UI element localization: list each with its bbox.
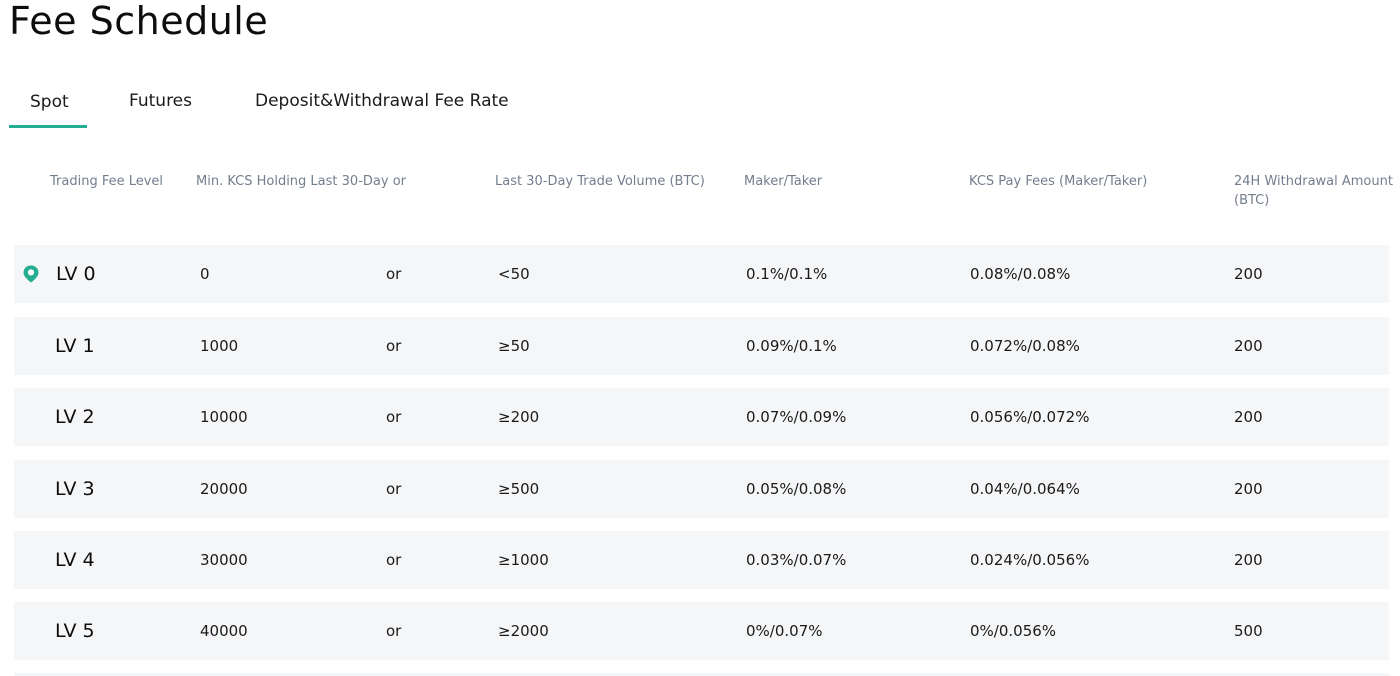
cell-trade-volume: ≥500 xyxy=(498,480,540,498)
header-or: or xyxy=(392,174,407,189)
cell-level: LV 1 xyxy=(55,335,95,357)
cell-withdrawal-amount: 200 xyxy=(1234,480,1263,498)
table-row-lv4: LV 4 30000 or ≥1000 0.03%/0.07% 0.024%/0… xyxy=(14,531,1389,589)
cell-kcs-pay-fees: 0%/0.056% xyxy=(970,622,1057,640)
cell-or: or xyxy=(386,408,402,426)
cell-kcs-pay-fees: 0.056%/0.072% xyxy=(970,408,1090,426)
page-title: Fee Schedule xyxy=(9,0,269,43)
cell-withdrawal-amount: 200 xyxy=(1234,265,1263,283)
cell-withdrawal-amount: 200 xyxy=(1234,337,1263,355)
tab-spot[interactable]: Spot xyxy=(9,88,87,128)
tab-deposit-withdrawal-label: Deposit&Withdrawal Fee Rate xyxy=(255,91,509,111)
table-row-lv3: LV 3 20000 or ≥500 0.05%/0.08% 0.04%/0.0… xyxy=(14,460,1389,518)
header-kcs-holding-label: Min. KCS Holding Last 30-Day xyxy=(196,174,389,189)
cell-kcs-holding: 20000 xyxy=(200,480,248,498)
cell-kcs-holding: 10000 xyxy=(200,408,248,426)
header-kcs-holding: Min. KCS Holding Last 30-Day or xyxy=(196,172,406,191)
cell-level: LV 5 xyxy=(55,620,95,642)
cell-kcs-pay-fees: 0.072%/0.08% xyxy=(970,337,1080,355)
header-withdrawal-line2: (BTC) xyxy=(1234,193,1270,208)
tab-deposit-withdrawal[interactable]: Deposit&Withdrawal Fee Rate xyxy=(255,88,509,128)
table-row-lv5: LV 5 40000 or ≥2000 0%/0.07% 0%/0.056% 5… xyxy=(14,602,1389,660)
location-pin-icon xyxy=(23,265,39,283)
cell-or: or xyxy=(386,265,402,283)
cell-trade-volume: ≥200 xyxy=(498,408,540,426)
table-row-lv0: LV 0 0 or <50 0.1%/0.1% 0.08%/0.08% 200 xyxy=(14,245,1389,303)
cell-trade-volume: <50 xyxy=(498,265,530,283)
cell-trade-volume: ≥2000 xyxy=(498,622,549,640)
cell-kcs-holding: 0 xyxy=(200,265,210,283)
header-withdrawal-line1: 24H Withdrawal Amount xyxy=(1234,174,1393,189)
header-kcs-pay-fees: KCS Pay Fees (Maker/Taker) xyxy=(969,174,1148,189)
tab-futures-label: Futures xyxy=(129,91,192,111)
header-withdrawal-amount: 24H Withdrawal Amount (BTC) xyxy=(1234,172,1394,210)
cell-maker-taker: 0.09%/0.1% xyxy=(746,337,837,355)
cell-level: LV 2 xyxy=(55,406,95,428)
cell-kcs-pay-fees: 0.08%/0.08% xyxy=(970,265,1071,283)
cell-level: LV 4 xyxy=(55,549,95,571)
cell-level: LV 0 xyxy=(56,263,96,285)
cell-withdrawal-amount: 200 xyxy=(1234,551,1263,569)
cell-level: LV 3 xyxy=(55,478,95,500)
header-maker-taker: Maker/Taker xyxy=(744,174,823,189)
cell-maker-taker: 0.03%/0.07% xyxy=(746,551,847,569)
cell-withdrawal-amount: 500 xyxy=(1234,622,1263,640)
cell-or: or xyxy=(386,551,402,569)
cell-kcs-holding: 1000 xyxy=(200,337,239,355)
cell-kcs-pay-fees: 0.024%/0.056% xyxy=(970,551,1090,569)
cell-maker-taker: 0.07%/0.09% xyxy=(746,408,847,426)
fee-schedule-page: Fee Schedule Spot Futures Deposit&Withdr… xyxy=(0,0,1400,676)
cell-kcs-holding: 40000 xyxy=(200,622,248,640)
table-row-lv1: LV 1 1000 or ≥50 0.09%/0.1% 0.072%/0.08%… xyxy=(14,317,1389,375)
cell-maker-taker: 0%/0.07% xyxy=(746,622,823,640)
cell-or: or xyxy=(386,337,402,355)
cell-trade-volume: ≥1000 xyxy=(498,551,549,569)
tab-futures[interactable]: Futures xyxy=(129,88,192,128)
header-trade-volume: Last 30-Day Trade Volume (BTC) xyxy=(495,174,705,189)
header-trading-fee-level: Trading Fee Level xyxy=(50,174,164,189)
tab-spot-label: Spot xyxy=(30,92,69,112)
cell-trade-volume: ≥50 xyxy=(498,337,530,355)
cell-maker-taker: 0.05%/0.08% xyxy=(746,480,847,498)
cell-withdrawal-amount: 200 xyxy=(1234,408,1263,426)
cell-or: or xyxy=(386,622,402,640)
cell-kcs-pay-fees: 0.04%/0.064% xyxy=(970,480,1080,498)
cell-kcs-holding: 30000 xyxy=(200,551,248,569)
cell-maker-taker: 0.1%/0.1% xyxy=(746,265,828,283)
cell-or: or xyxy=(386,480,402,498)
table-row-lv2: LV 2 10000 or ≥200 0.07%/0.09% 0.056%/0.… xyxy=(14,388,1389,446)
